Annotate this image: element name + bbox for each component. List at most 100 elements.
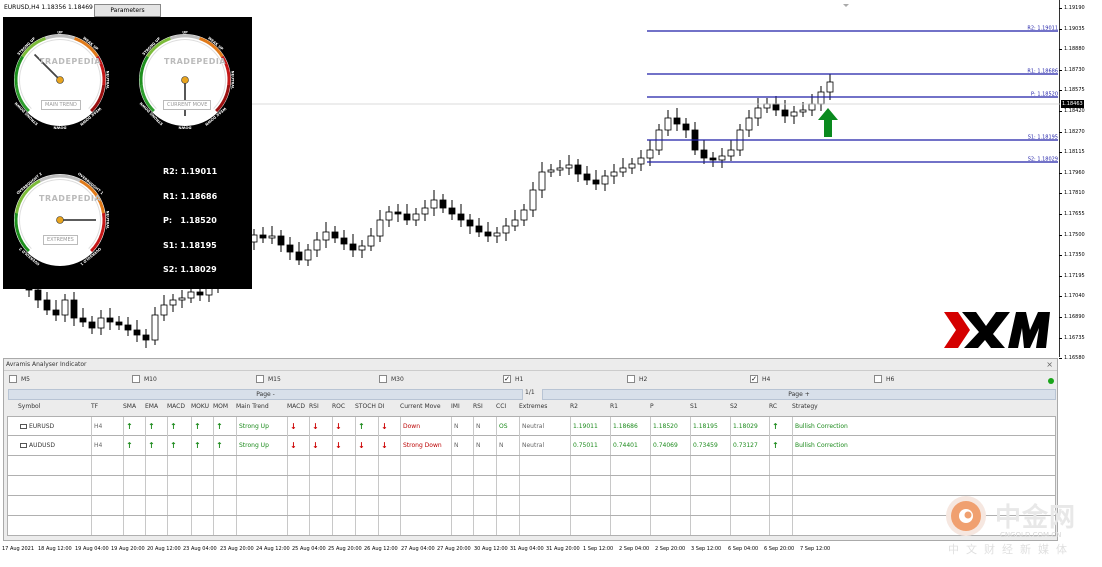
table-row[interactable] xyxy=(7,456,1056,476)
checkbox-m15[interactable] xyxy=(256,374,264,383)
timeframe-h1[interactable]: ✓ H1 xyxy=(503,374,524,385)
candle-body xyxy=(673,117,681,125)
cci-value: N xyxy=(499,442,504,449)
table-cell: ↓ xyxy=(309,436,319,455)
timeframe-h2[interactable]: H2 xyxy=(627,374,648,385)
table-cell: 1.18029 xyxy=(730,417,758,436)
timeframe-m5[interactable]: M5 xyxy=(9,374,30,385)
checkbox-h6[interactable] xyxy=(874,374,882,383)
candle-body xyxy=(700,149,708,159)
page-next-button[interactable]: Page + xyxy=(542,389,1056,400)
cngold-logo-icon xyxy=(946,496,986,536)
timeframe-m30[interactable]: M30 xyxy=(379,374,404,385)
timeframe-label: H1 xyxy=(515,376,524,383)
table-cell xyxy=(451,496,454,515)
candle-body xyxy=(745,117,753,131)
pivot-list: R2: 1.19011 R1: 1.18686 P: 1.18520 S1: 1… xyxy=(163,167,217,290)
timeframe-label: H2 xyxy=(639,376,648,383)
time-tick: 27 Aug 04:00 xyxy=(401,546,435,552)
table-cell: ↑ xyxy=(355,417,365,436)
candle-body xyxy=(817,91,825,105)
r2-value: 1.19011 xyxy=(573,423,598,430)
checkbox-h4[interactable]: ✓ xyxy=(750,374,758,383)
candle-body xyxy=(178,297,186,301)
close-icon[interactable]: × xyxy=(1046,359,1053,371)
table-row[interactable]: EURUSD H4 ↑ ↑ ↑ ↑ ↑ Strong Up ↓ ↓ ↓ ↑ ↓ Down N N OS Neutr… xyxy=(7,416,1056,436)
candle-body xyxy=(763,103,771,109)
column-header: SMA xyxy=(123,403,137,410)
time-tick: 23 Aug 20:00 xyxy=(220,546,254,552)
candle-body xyxy=(268,235,276,239)
table-cell: H4 xyxy=(91,436,102,455)
table-cell xyxy=(519,516,522,535)
timeframe-m10[interactable]: M10 xyxy=(132,374,157,385)
page-prev-button[interactable]: Page - xyxy=(8,389,523,400)
page-count: 1/1 xyxy=(525,389,535,396)
candle-body xyxy=(628,163,636,169)
candle-body xyxy=(565,164,573,169)
table-cell: ↑ xyxy=(167,436,177,455)
table-cell xyxy=(378,476,381,495)
current-move-gauge-zone-label: NEUTRAL xyxy=(231,71,235,90)
price-tick: 1.17655 xyxy=(1059,211,1085,217)
table-cell xyxy=(91,476,94,495)
candle-body xyxy=(412,213,420,221)
table-cell xyxy=(145,456,148,475)
candle-body xyxy=(88,321,96,329)
analyser-indicator-panel: Avramis Analyser Indicator × M5 M10 M15 … xyxy=(3,358,1058,541)
timeframe-m15[interactable]: M15 xyxy=(256,374,281,385)
candle-body xyxy=(502,225,510,234)
table-row[interactable] xyxy=(7,476,1056,496)
price-axis: 1.19190 1.19035 1.18880 1.18730 1.18575 1.184… xyxy=(1059,0,1102,361)
price-tick: 1.18730 xyxy=(1059,66,1085,73)
arrow-down-icon: ↓ xyxy=(312,422,319,431)
checkbox-m10[interactable] xyxy=(132,374,140,383)
candle-body xyxy=(70,299,78,319)
extremes-value: Neutral xyxy=(522,442,545,449)
arrow-up-icon: ↑ xyxy=(216,422,223,431)
parameters-tab[interactable]: Parameters xyxy=(94,4,161,17)
timeframe-h4[interactable]: ✓ H4 xyxy=(750,374,770,385)
table-header: Symbol TF SMA EMA MACD MOKU MOM Main Trend MACD R… xyxy=(4,403,1057,415)
watermark-name: 中金网 xyxy=(995,503,1077,533)
candle-body xyxy=(439,199,447,209)
price-tick: 1.18420 xyxy=(1059,108,1085,114)
checkbox-h2[interactable] xyxy=(627,374,635,383)
column-header: Current Move xyxy=(400,403,441,410)
tf-value: H4 xyxy=(94,423,103,430)
table-cell: 1.19011 xyxy=(570,417,598,436)
table-cell xyxy=(18,496,20,515)
column-header: P xyxy=(650,403,654,410)
table-row[interactable] xyxy=(7,516,1056,536)
candle-body xyxy=(376,219,384,237)
s2-value: 0.73127 xyxy=(733,442,758,449)
table-cell: 0.73459 xyxy=(690,436,718,455)
arrow-up-icon: ↑ xyxy=(126,441,133,450)
table-cell: ↑ xyxy=(191,436,201,455)
price-tick: 1.18575 xyxy=(1059,87,1085,94)
current-move-gauge-hub xyxy=(181,76,189,84)
table-row[interactable] xyxy=(7,496,1056,516)
checkbox-h1[interactable]: ✓ xyxy=(503,374,511,383)
arrow-up-icon: ↑ xyxy=(148,422,155,431)
table-cell xyxy=(309,496,312,515)
table-cell xyxy=(145,496,148,515)
table-cell xyxy=(730,476,733,495)
candle-body xyxy=(160,304,168,316)
current-move-gauge-zone-label: UP xyxy=(182,31,188,35)
checkbox-m5[interactable] xyxy=(9,374,17,383)
table-cell xyxy=(378,456,381,475)
table-cell: 1.18520 xyxy=(650,417,678,436)
arrow-up-icon: ↑ xyxy=(170,422,177,431)
candle-body xyxy=(340,237,348,245)
table-row[interactable]: AUDUSD H4 ↑ ↑ ↑ ↑ ↑ Strong Up ↓ ↓ ↓ ↓ ↓ Strong Down N N… xyxy=(7,436,1056,456)
candle-body xyxy=(637,157,645,165)
checkbox-m30[interactable] xyxy=(379,374,387,383)
gauge-label-extremes: EXTREMES xyxy=(43,235,78,245)
folder-icon[interactable] xyxy=(20,424,27,429)
folder-icon[interactable] xyxy=(20,443,27,448)
timeframe-h6[interactable]: H6 xyxy=(874,374,894,385)
pivot-s2: S2: 1.18029 xyxy=(163,265,217,274)
table-cell xyxy=(287,476,290,495)
candle-body xyxy=(304,249,312,261)
